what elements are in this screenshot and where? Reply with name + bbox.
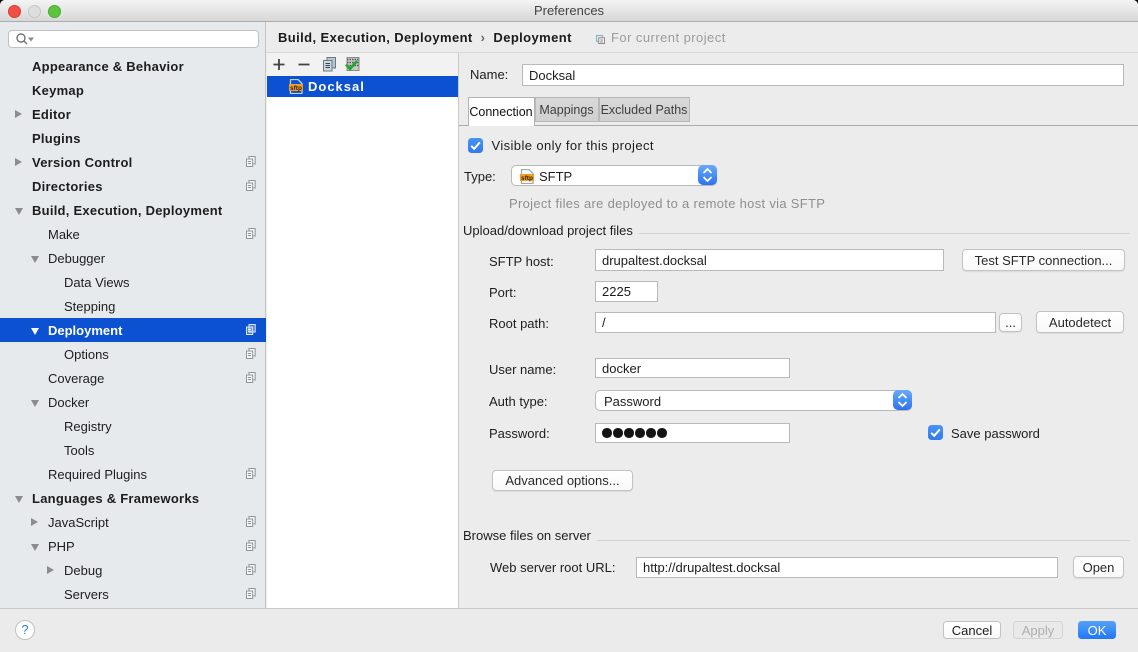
svg-text:sftp: sftp — [521, 175, 533, 182]
svg-text:sftp: sftp — [290, 85, 302, 92]
